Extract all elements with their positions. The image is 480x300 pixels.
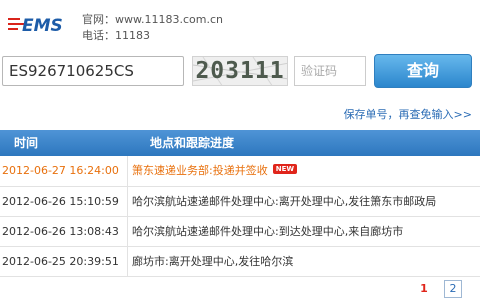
table-row: 2012-06-27 16:24:00 箫东速递业务部:投递并签收 NEW <box>0 156 480 187</box>
ems-logo-icon: EMS <box>8 16 63 36</box>
column-divider <box>127 187 128 216</box>
column-divider <box>127 247 128 276</box>
captcha-image[interactable]: 203111 <box>192 56 288 86</box>
row-detail-text: 箫东速递业务部:投递并签收 <box>132 164 268 177</box>
page-1-current[interactable]: 1 <box>415 281 433 299</box>
phone-text: 电话：11183 <box>82 29 150 42</box>
page-2-link[interactable]: 2 <box>444 280 462 298</box>
column-divider <box>127 156 128 186</box>
column-header-detail: 地点和跟踪进度 <box>150 136 235 150</box>
captcha-text: 203111 <box>195 58 285 84</box>
tracking-number-input[interactable] <box>2 56 184 86</box>
pagination: 1 2 <box>409 277 462 298</box>
row-time: 2012-06-26 13:08:43 <box>2 225 119 238</box>
row-time: 2012-06-25 20:39:51 <box>2 255 119 268</box>
row-detail: 哈尔滨航站速递邮件处理中心:到达处理中心,来自廊坊市 <box>132 225 404 238</box>
verification-code-input[interactable] <box>294 56 366 86</box>
table-row: 2012-06-26 15:10:59 哈尔滨航站速递邮件处理中心:离开处理中心… <box>0 187 480 217</box>
table-row: 2012-06-26 13:08:43 哈尔滨航站速递邮件处理中心:到达处理中心… <box>0 217 480 247</box>
row-detail: 箫东速递业务部:投递并签收 NEW <box>132 156 298 186</box>
site-info: 官网：www.11183.com.cn 电话：11183 <box>82 12 223 44</box>
new-badge: NEW <box>272 164 298 174</box>
table-row: 2012-06-25 20:39:51 廊坊市:离开处理中心,发往哈尔滨 <box>0 247 480 277</box>
row-time: 2012-06-26 15:10:59 <box>2 195 119 208</box>
website-text: 官网：www.11183.com.cn <box>82 13 223 26</box>
row-time: 2012-06-27 16:24:00 <box>2 164 119 177</box>
query-button[interactable]: 查询 <box>374 54 472 88</box>
site-header: EMS 官网：www.11183.com.cn 电话：11183 <box>0 0 480 48</box>
logo-text: EMS <box>22 16 63 36</box>
tracking-table-header: 时间 地点和跟踪进度 <box>0 130 480 156</box>
tracking-table-body: 2012-06-27 16:24:00 箫东速递业务部:投递并签收 NEW 201… <box>0 156 480 277</box>
save-tracking-link[interactable]: 保存单号，再查免输入>> <box>344 106 472 122</box>
column-header-time: 时间 <box>14 136 39 150</box>
column-divider <box>127 217 128 246</box>
row-detail: 哈尔滨航站速递邮件处理中心:离开处理中心,发往箫东市邮政局 <box>132 195 437 208</box>
row-detail: 廊坊市:离开处理中心,发往哈尔滨 <box>132 255 294 268</box>
